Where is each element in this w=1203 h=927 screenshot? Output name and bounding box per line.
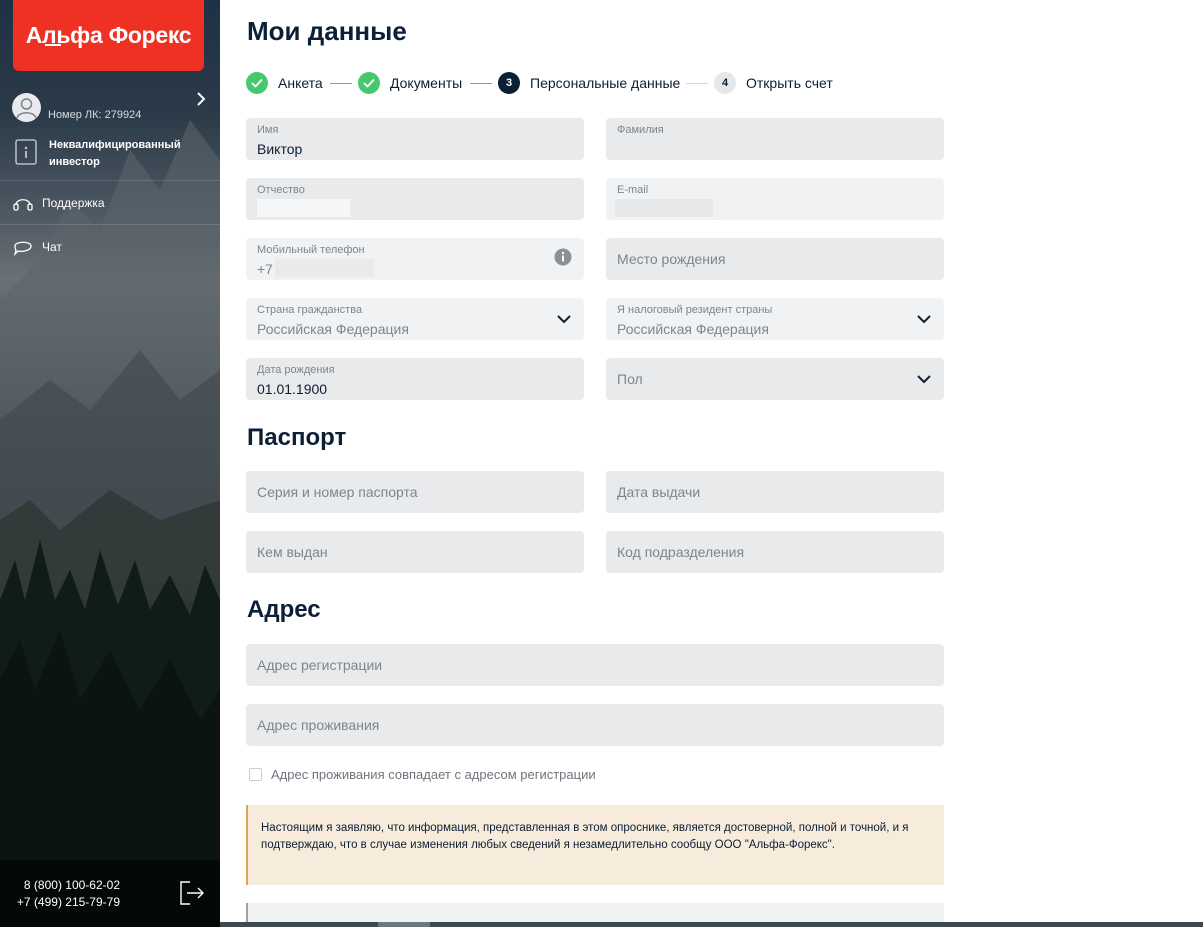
phone-free[interactable]: 8 (800) 100-62-02 — [13, 877, 120, 894]
field-label: Страна гражданства — [257, 304, 363, 316]
field-placeholder: Адрес регистрации — [257, 657, 383, 673]
field-label: Я налоговый резидент страны — [617, 304, 773, 316]
field-value: Российская Федерация — [617, 321, 769, 337]
last-name-field[interactable]: Фамилия — [606, 118, 944, 160]
step-connector — [470, 83, 492, 84]
sidebar-item-label: Поддержка — [42, 196, 105, 210]
birth-place-field[interactable]: Место рождения — [606, 238, 944, 280]
chat-icon — [13, 241, 32, 256]
chevron-down-icon — [917, 315, 931, 324]
checkbox-label: Адрес проживания совпадает с адресом рег… — [271, 767, 596, 782]
field-value: Российская Федерация — [257, 321, 409, 337]
declaration-notice: Настоящим я заявляю, что информация, пре… — [246, 805, 944, 885]
page-title: Мои данные — [247, 16, 407, 46]
step-label: Открыть счет — [746, 75, 833, 91]
info-icon[interactable] — [554, 248, 572, 266]
phone-moscow[interactable]: +7 (499) 215-79-79 — [13, 894, 120, 911]
registration-address-field[interactable]: Адрес регистрации — [246, 644, 944, 686]
chevron-down-icon — [557, 315, 571, 324]
field-value: Виктор — [257, 141, 303, 157]
logo-underline — [45, 44, 61, 46]
sidebar-item-support[interactable]: Поддержка — [12, 193, 105, 213]
avatar — [12, 93, 41, 122]
field-placeholder: Пол — [617, 371, 643, 387]
step-personal-data[interactable]: 3 Персональные данные — [498, 72, 680, 94]
logout-icon[interactable] — [178, 880, 206, 906]
lk-number: Номер ЛК: 279924 — [48, 109, 142, 121]
chevron-down-icon — [917, 375, 931, 384]
investor-status-text: Неквалифицированный инвестор — [49, 139, 181, 168]
tax-residency-select[interactable]: Я налоговый резидент страны Российская Ф… — [606, 298, 944, 340]
issue-date-field[interactable]: Дата выдачи — [606, 471, 944, 513]
stepper: Анкета Документы 3 Персональные данные 4… — [246, 72, 946, 94]
redacted-value — [257, 199, 350, 217]
step-number: 3 — [498, 72, 520, 94]
citizenship-select[interactable]: Страна гражданства Российская Федерация — [246, 298, 584, 340]
department-code-field[interactable]: Код подразделения — [606, 531, 944, 573]
field-label: E-mail — [617, 184, 649, 196]
sidebar-item-chat[interactable]: Чат — [12, 237, 62, 257]
step-questionnaire[interactable]: Анкета — [246, 72, 323, 94]
sidebar-divider — [0, 224, 220, 225]
brand-logo[interactable]: Альфа Форекс — [13, 0, 204, 71]
field-label: Отчество — [257, 184, 305, 196]
mobile-phone-field[interactable]: Мобильный телефон +7 — [246, 238, 584, 280]
gender-select[interactable]: Пол — [606, 358, 944, 400]
check-icon — [246, 72, 268, 94]
document-info-icon — [15, 139, 37, 165]
field-label: Дата рождения — [257, 364, 335, 376]
contact-phones: 8 (800) 100-62-02 +7 (499) 215-79-79 — [13, 877, 120, 911]
step-label: Анкета — [278, 75, 323, 91]
field-placeholder: Адрес проживания — [257, 717, 380, 733]
step-label: Документы — [390, 75, 463, 91]
birth-date-field[interactable]: Дата рождения 01.01.1900 — [246, 358, 584, 400]
step-open-account[interactable]: 4 Открыть счет — [714, 72, 833, 94]
profile-block[interactable]: Номер ЛК: 279924 — [12, 92, 212, 122]
step-connector — [330, 83, 352, 84]
field-label: Мобильный телефон — [257, 244, 365, 256]
check-icon — [358, 72, 380, 94]
passport-title: Паспорт — [247, 424, 347, 451]
sidebar-item-label: Чат — [42, 240, 62, 254]
field-placeholder: Дата выдачи — [617, 484, 701, 500]
field-placeholder: Место рождения — [617, 251, 726, 267]
step-label: Персональные данные — [530, 75, 681, 91]
headset-icon — [13, 199, 33, 211]
taskbar-segment — [378, 922, 430, 927]
step-connector — [686, 83, 708, 84]
chevron-right-icon[interactable] — [196, 92, 206, 109]
same-address-checkbox[interactable] — [249, 768, 262, 781]
same-address-checkbox-row[interactable]: Адрес проживания совпадает с адресом рег… — [249, 767, 596, 782]
step-number: 4 — [714, 72, 736, 94]
redacted-value — [275, 259, 374, 277]
passport-number-field[interactable]: Серия и номер паспорта — [246, 471, 584, 513]
field-value: 01.01.1900 — [257, 381, 328, 397]
main-content: Мои данные Анкета Документы 3 Персональн… — [246, 0, 946, 927]
redacted-value — [615, 199, 713, 217]
taskbar-strip — [220, 922, 1203, 927]
sidebar-divider — [0, 180, 220, 181]
email-field[interactable]: E-mail — [606, 178, 944, 220]
user-icon — [16, 98, 37, 119]
first-name-field[interactable]: Имя Виктор — [246, 118, 584, 160]
investor-status: Неквалифицированный инвестор — [15, 137, 215, 171]
step-documents[interactable]: Документы — [358, 72, 462, 94]
field-value: +7 — [257, 261, 273, 277]
issued-by-field[interactable]: Кем выдан — [246, 531, 584, 573]
field-label: Фамилия — [617, 124, 664, 136]
residence-address-field[interactable]: Адрес проживания — [246, 704, 944, 746]
field-placeholder: Кем выдан — [257, 544, 328, 560]
notice-text: Настоящим я заявляю, что информация, пре… — [261, 822, 909, 851]
field-label: Имя — [257, 124, 279, 136]
patronymic-field[interactable]: Отчество — [246, 178, 584, 220]
field-placeholder: Код подразделения — [617, 544, 745, 560]
field-placeholder: Серия и номер паспорта — [257, 484, 418, 500]
sidebar: Альфа Форекс Номер ЛК: 279924 Неквалифиц… — [0, 0, 220, 927]
address-title: Адрес — [247, 596, 321, 623]
